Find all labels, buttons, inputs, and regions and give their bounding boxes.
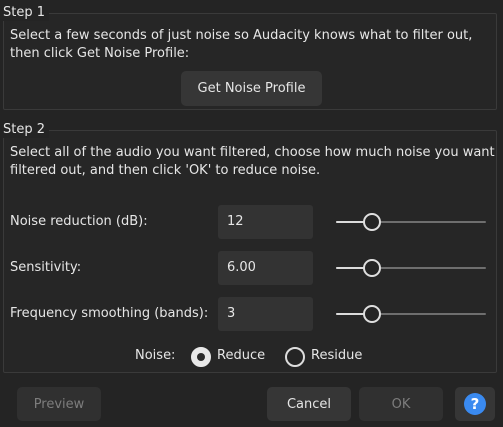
help-button[interactable]: ? (455, 387, 495, 421)
slider-thumb[interactable] (363, 213, 381, 231)
preview-button[interactable]: Preview (17, 387, 101, 421)
reduce-radio-label[interactable]: Reduce (217, 348, 265, 364)
reduce-radio[interactable] (191, 347, 211, 367)
cancel-button[interactable]: Cancel (267, 387, 351, 421)
residue-radio[interactable] (285, 347, 305, 367)
sensitivity-slider[interactable] (336, 258, 486, 278)
ok-button[interactable]: OK (359, 387, 443, 421)
sensitivity-input[interactable]: 6.00 (218, 251, 313, 285)
noise-label: Noise: (135, 348, 176, 363)
sensitivity-label: Sensitivity: (10, 260, 82, 275)
noise-reduction-input[interactable]: 12 (218, 205, 313, 239)
frequency-smoothing-input[interactable]: 3 (218, 297, 313, 331)
slider-thumb[interactable] (363, 305, 381, 323)
get-noise-profile-button[interactable]: Get Noise Profile (181, 71, 322, 106)
step1-description: Select a few seconds of just noise so Au… (10, 28, 473, 61)
help-icon: ? (464, 393, 486, 415)
frequency-smoothing-slider[interactable] (336, 304, 486, 324)
step2-description: Select all of the audio you want filtere… (10, 145, 495, 178)
residue-radio-label[interactable]: Residue (311, 348, 362, 364)
noise-reduction-slider[interactable] (336, 212, 486, 232)
step2-title: Step 2 (3, 122, 50, 138)
slider-thumb[interactable] (363, 259, 381, 277)
frequency-smoothing-label: Frequency smoothing (bands): (10, 306, 209, 321)
noise-reduction-label: Noise reduction (dB): (10, 214, 148, 229)
step1-title: Step 1 (3, 5, 50, 21)
